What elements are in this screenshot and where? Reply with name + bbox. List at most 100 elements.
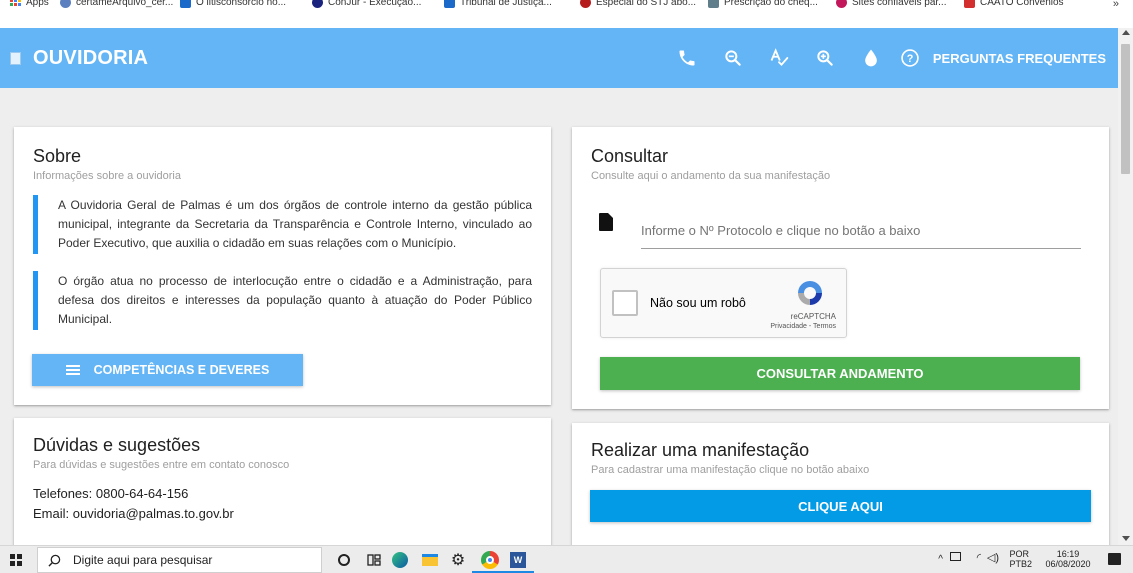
- about-paragraph: A Ouvidoria Geral de Palmas é um dos órg…: [33, 195, 532, 254]
- consult-title: Consultar: [591, 146, 669, 166]
- recaptcha-label: Não sou um robô: [650, 296, 746, 310]
- help-circle-icon: ?: [901, 49, 919, 67]
- bookmark-item[interactable]: Tribunal de Justiça...: [444, 0, 552, 8]
- recaptcha-widget: Não sou um robô reCAPTCHA Privacidade - …: [600, 268, 847, 338]
- competencies-button-label: COMPETÊNCIAS E DEVERES: [93, 363, 270, 377]
- apps-grid-icon: [10, 0, 21, 6]
- bookmark-item[interactable]: O litisconsórcio no...: [180, 0, 286, 8]
- consult-status-button[interactable]: CONSULTAR ANDAMENTO: [600, 357, 1080, 390]
- site-favicon: [180, 0, 191, 8]
- site-favicon: [708, 0, 719, 8]
- broken-image-icon: [10, 51, 21, 65]
- about-card: Sobre Informações sobre a ouvidoria A Ou…: [14, 127, 551, 405]
- windows-start-icon[interactable]: [10, 554, 22, 566]
- cloud-icon: [60, 0, 71, 8]
- bookmark-label: Tribunal de Justiça...: [460, 0, 552, 8]
- task-view-icon[interactable]: [366, 552, 382, 568]
- bookmark-label: ConJur - Execução...: [328, 0, 422, 8]
- questions-subtitle: Para dúvidas e sugestões entre em contat…: [33, 459, 290, 471]
- bookmarks-more-button[interactable]: »: [1113, 0, 1119, 10]
- manifestation-title: Realizar uma manifestação: [591, 440, 810, 460]
- bookmark-item[interactable]: CAATO Convênios: [964, 0, 1064, 8]
- clock-time: 16:19: [1056, 549, 1080, 559]
- bookmark-apps[interactable]: Apps: [10, 0, 49, 8]
- network-icon[interactable]: [950, 552, 961, 561]
- click-here-button-label: CLIQUE AQUI: [798, 498, 883, 514]
- list-icon: [65, 365, 80, 375]
- site-favicon: [836, 0, 847, 8]
- scroll-up-arrow-icon[interactable]: [1122, 30, 1130, 35]
- bookmarks-bar: Apps certameArquivo_cer... O litisconsór…: [0, 0, 1133, 28]
- recaptcha-checkbox[interactable]: [612, 290, 638, 316]
- site-favicon: [312, 0, 323, 8]
- contrast-icon[interactable]: [861, 48, 881, 68]
- bookmark-item[interactable]: Sites confiáveis par...: [836, 0, 947, 8]
- site-favicon: [444, 0, 455, 8]
- edge-browser-icon[interactable]: [392, 552, 408, 568]
- click-here-button[interactable]: CLIQUE AQUI: [590, 490, 1091, 522]
- chrome-icon[interactable]: [480, 551, 500, 569]
- bookmark-item[interactable]: ConJur - Execução...: [312, 0, 421, 8]
- recaptcha-brand: reCAPTCHA: [790, 312, 836, 321]
- faq-label: PERGUNTAS FREQUENTES: [932, 50, 1106, 66]
- volume-icon[interactable]: ◁): [987, 551, 999, 564]
- bookmark-label: O litisconsórcio no...: [196, 0, 287, 8]
- app-header: OUVIDORIA ? PERGUNTAS FREQUENTES: [0, 28, 1118, 88]
- cortana-icon[interactable]: [336, 552, 352, 568]
- clock-date: 06/08/2020: [1045, 559, 1091, 569]
- brand[interactable]: OUVIDORIA: [10, 47, 148, 70]
- protocol-input[interactable]: [641, 213, 1081, 249]
- about-title: Sobre: [33, 146, 82, 166]
- phone-icon[interactable]: [677, 48, 697, 68]
- word-icon[interactable]: W: [510, 552, 526, 568]
- bookmark-label: Especial do STJ abo...: [596, 0, 697, 8]
- manifestation-subtitle: Para cadastrar uma manifestação clique n…: [591, 464, 870, 476]
- bookmark-item[interactable]: Especial do STJ abo...: [580, 0, 696, 8]
- recaptcha-links[interactable]: Privacidade - Termos: [770, 323, 836, 330]
- bookmark-label: certameArquivo_cer...: [76, 0, 174, 8]
- svg-text:?: ?: [907, 53, 914, 65]
- bookmark-label: Apps: [26, 0, 49, 8]
- taskbar-search-placeholder: Digite aqui para pesquisar: [73, 553, 213, 567]
- accessibility-toolbar: ? PERGUNTAS FREQUENTES: [664, 28, 1118, 88]
- language-top: POR: [1009, 549, 1029, 559]
- notifications-icon[interactable]: [1108, 553, 1121, 565]
- scroll-down-arrow-icon[interactable]: [1122, 536, 1130, 541]
- page-title: OUVIDORIA: [33, 46, 149, 69]
- contact-email[interactable]: Email: ouvidoria@palmas.to.gov.br: [33, 506, 532, 521]
- site-favicon: [580, 0, 591, 8]
- wifi-icon[interactable]: ◜: [977, 551, 981, 564]
- site-favicon: [964, 0, 975, 8]
- faq-link[interactable]: ? PERGUNTAS FREQUENTES: [900, 48, 1106, 68]
- taskbar-search[interactable]: Digite aqui para pesquisar: [37, 547, 322, 573]
- file-explorer-icon[interactable]: [422, 552, 438, 568]
- windows-taskbar: Digite aqui para pesquisar ⚙ W ^ ◜ ◁) PO…: [0, 545, 1133, 573]
- competencies-button[interactable]: COMPETÊNCIAS E DEVERES: [32, 354, 303, 386]
- bookmark-item[interactable]: Prescrição do cheq...: [708, 0, 818, 8]
- page-scrollbar[interactable]: [1118, 28, 1133, 545]
- chevron-up-icon[interactable]: ^: [938, 554, 943, 565]
- language-bottom: PTB2: [1009, 559, 1032, 569]
- settings-gear-icon[interactable]: ⚙: [450, 552, 466, 569]
- spellcheck-icon[interactable]: [769, 48, 789, 68]
- bookmark-item[interactable]: certameArquivo_cer...: [60, 0, 173, 8]
- contact-phones: Telefones: 0800-64-64-156: [33, 486, 189, 501]
- search-icon: [48, 554, 61, 567]
- manifestation-card: Realizar uma manifestação Para cadastrar…: [572, 423, 1109, 563]
- zoom-out-icon[interactable]: [723, 48, 743, 68]
- recaptcha-logo-icon: [798, 281, 822, 305]
- about-subtitle: Informações sobre a ouvidoria: [33, 170, 181, 182]
- bookmark-label: Prescrição do cheq...: [724, 0, 818, 8]
- questions-title: Dúvidas e sugestões: [33, 435, 201, 455]
- consult-status-button-label: CONSULTAR ANDAMENTO: [756, 366, 924, 381]
- language-indicator[interactable]: POR PTB2: [1009, 549, 1032, 569]
- bookmark-label: Sites confiáveis par...: [852, 0, 947, 8]
- zoom-in-icon[interactable]: [815, 48, 835, 68]
- document-icon: [599, 213, 613, 231]
- about-paragraph: O órgão atua no processo de interlocução…: [33, 271, 532, 330]
- consult-subtitle: Consulte aqui o andamento da sua manifes…: [591, 170, 831, 182]
- scroll-thumb[interactable]: [1121, 44, 1130, 174]
- clock[interactable]: 16:19 06/08/2020: [1037, 549, 1099, 569]
- bookmark-label: CAATO Convênios: [980, 0, 1064, 8]
- consult-card: Consultar Consulte aqui o andamento da s…: [572, 127, 1109, 409]
